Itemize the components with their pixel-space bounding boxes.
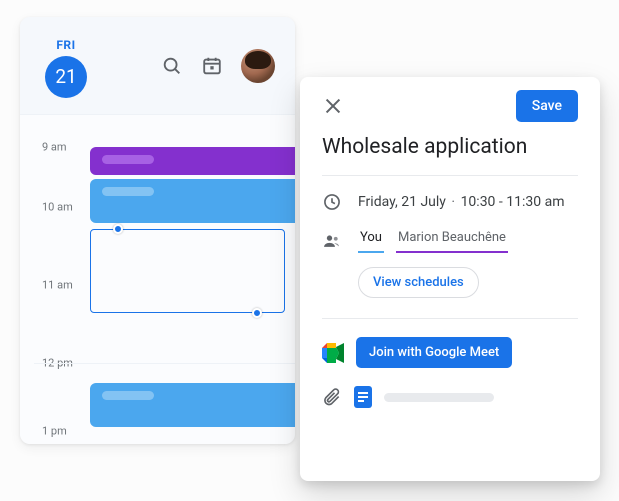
calendar-day-name: FRI <box>56 38 75 52</box>
today-calendar-icon[interactable] <box>201 55 223 77</box>
search-icon[interactable] <box>161 55 183 77</box>
calendar-day-card: FRI 21 9 am 10 am 11 am 12 pm 1 pm <box>20 17 295 444</box>
time-label: 11 am <box>42 279 73 292</box>
attachment-name-placeholder <box>384 393 494 402</box>
event-datetime-row[interactable]: Friday, 21 July · 10:30 - 11:30 am <box>322 192 578 212</box>
attachment-row <box>322 386 578 408</box>
calendar-event-blue[interactable] <box>90 383 295 427</box>
resize-handle-bottom[interactable] <box>252 308 262 318</box>
calendar-timeline[interactable]: 9 am 10 am 11 am 12 pm 1 pm <box>20 115 295 444</box>
clock-icon <box>322 192 342 212</box>
event-guests-row: You Marion Beauchêne <box>322 228 578 253</box>
time-gridline <box>34 363 295 364</box>
calendar-event-purple[interactable] <box>90 147 295 175</box>
calendar-event-blue[interactable] <box>90 179 295 223</box>
detail-top-bar: Save <box>322 77 578 135</box>
separator-dot: · <box>451 194 455 210</box>
guest-chips: You Marion Beauchêne <box>358 228 508 253</box>
google-meet-row: Join with Google Meet <box>322 337 578 368</box>
event-time: 10:30 - 11:30 am <box>461 194 565 210</box>
event-date: Friday, 21 July <box>358 194 446 210</box>
event-detail-card: Save Wholesale application Friday, 21 Ju… <box>300 77 600 481</box>
event-title-placeholder <box>102 187 154 196</box>
calendar-day-number: 21 <box>45 56 87 98</box>
time-label: 10 am <box>42 201 73 214</box>
save-button[interactable]: Save <box>516 90 578 122</box>
calendar-header-actions <box>161 49 275 83</box>
close-icon[interactable] <box>322 95 344 117</box>
event-title-placeholder <box>102 391 154 400</box>
event-title-placeholder <box>102 155 154 164</box>
google-meet-icon <box>322 343 344 363</box>
event-datetime-text: Friday, 21 July · 10:30 - 11:30 am <box>358 194 564 210</box>
view-schedules-button[interactable]: View schedules <box>358 267 479 298</box>
calendar-date-column[interactable]: FRI 21 <box>42 38 90 98</box>
calendar-event-selected[interactable] <box>90 229 285 313</box>
guest-chip-other[interactable]: Marion Beauchêne <box>396 228 508 253</box>
guest-chip-you[interactable]: You <box>358 228 384 253</box>
join-google-meet-button[interactable]: Join with Google Meet <box>356 337 512 368</box>
divider <box>322 318 578 319</box>
resize-handle-top[interactable] <box>113 224 123 234</box>
user-avatar[interactable] <box>241 49 275 83</box>
time-label: 1 pm <box>42 425 67 438</box>
people-icon <box>322 231 342 251</box>
paperclip-icon[interactable] <box>322 387 342 407</box>
calendar-header: FRI 21 <box>20 17 295 115</box>
time-label: 9 am <box>42 141 67 154</box>
event-title[interactable]: Wholesale application <box>322 135 578 176</box>
google-doc-icon[interactable] <box>354 386 372 408</box>
